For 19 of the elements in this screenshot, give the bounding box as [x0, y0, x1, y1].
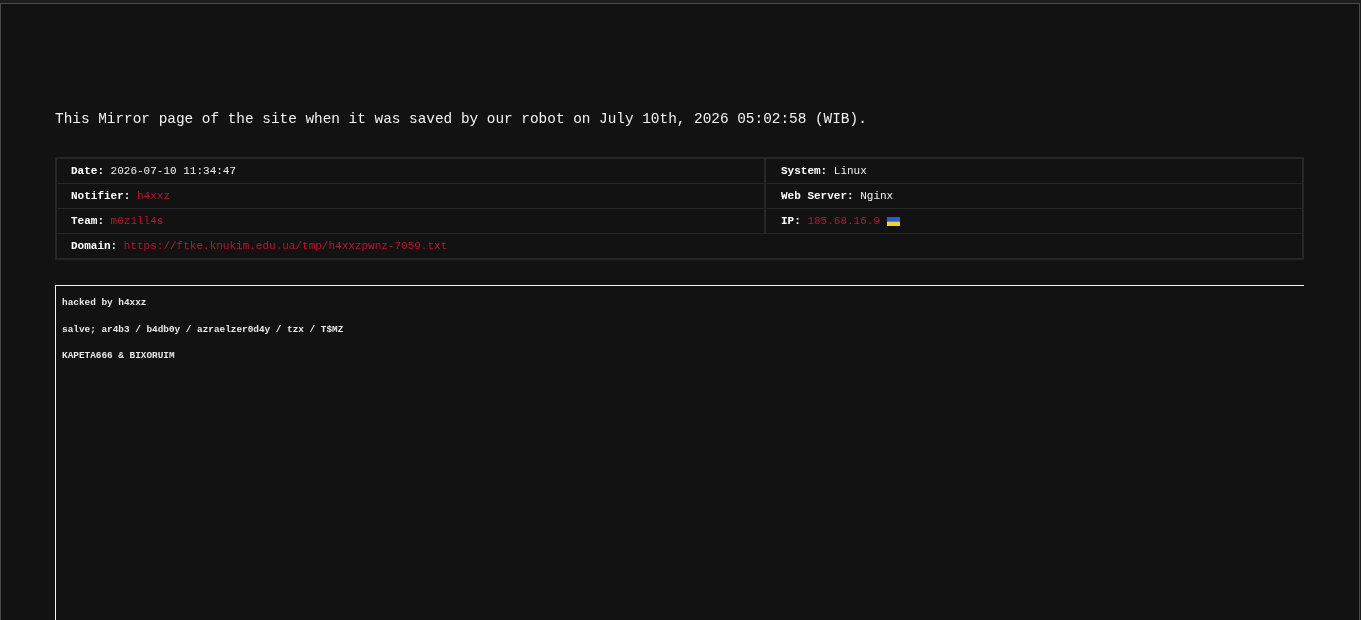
field-link[interactable]: m0z1ll4s [110, 215, 164, 227]
field-label: Team: [71, 215, 104, 227]
field-label: Notifier: [71, 190, 131, 202]
field-label: IP: [781, 215, 801, 227]
field-link[interactable]: https://ftke.knukim.edu.ua/tmp/h4xxzpwnz-7059.txt [123, 240, 448, 252]
field-label: Domain: [71, 240, 118, 252]
field-link[interactable]: h4xxz [137, 190, 171, 202]
flag-icon [886, 216, 900, 226]
field-value: Nginx [860, 190, 894, 202]
frame-text: KAPETA666 & BIXORUIM [62, 350, 175, 362]
field-label: Web Server: [781, 190, 854, 202]
field-label: System: [781, 165, 828, 177]
field-label: Date: [71, 165, 104, 177]
field-value: Linux [833, 165, 867, 177]
field-value: 2026-07-10 11:34:47 [110, 165, 237, 177]
mirror-notice: This Mirror page of the site when it was saved by our robot on July 10th, 2026 05:02:58 (WIB). [55, 110, 867, 129]
field-link[interactable]: 185.68.16.9 [807, 215, 881, 227]
frame-text: salve; ar4b3 / b4db0y / azraelzer0d4y / tzx / T$MZ [62, 323, 344, 336]
frame-text: hacked by h4xxz [62, 297, 147, 309]
